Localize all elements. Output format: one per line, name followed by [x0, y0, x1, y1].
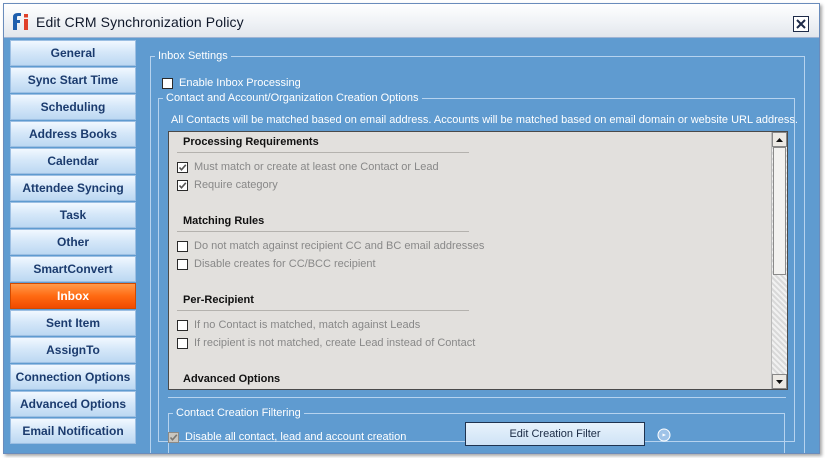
- close-icon: [796, 19, 806, 29]
- sidebar-nav: General Sync Start Time Scheduling Address …: [10, 40, 136, 445]
- checkmark-icon: [178, 163, 187, 171]
- sidebar-item-connection-options[interactable]: Connection Options: [10, 364, 136, 390]
- options-listbox[interactable]: Processing Requirements Must match or cre…: [168, 131, 788, 390]
- sidebar-item-inbox[interactable]: Inbox: [10, 283, 136, 309]
- option-label: Require category: [194, 179, 278, 191]
- separator-line: [168, 397, 786, 398]
- option-row[interactable]: If recipient is not matched, create Lead…: [177, 337, 475, 349]
- option-checkbox[interactable]: [177, 240, 188, 252]
- section-divider: [177, 152, 469, 153]
- option-checkbox[interactable]: [177, 337, 188, 349]
- enable-inbox-checkbox[interactable]: [162, 77, 173, 89]
- option-row[interactable]: Require category: [177, 179, 278, 191]
- close-button[interactable]: [793, 16, 809, 32]
- window-title: Edit CRM Synchronization Policy: [36, 14, 244, 30]
- app-logo-icon: [13, 13, 28, 30]
- inbox-settings-panel: Inbox Settings Enable Inbox Processing C…: [142, 40, 815, 453]
- arrow-up-icon: [776, 137, 783, 142]
- sidebar-item-sent-item[interactable]: Sent Item: [10, 310, 136, 336]
- section-divider: [177, 389, 469, 390]
- section-heading: Matching Rules: [183, 215, 265, 227]
- policy-window: Edit CRM Synchronization Policy General S…: [3, 3, 820, 454]
- sidebar-item-email-notification[interactable]: Email Notification: [10, 418, 136, 444]
- section-heading: Per-Recipient: [183, 294, 254, 306]
- listbox-scrollbar[interactable]: [771, 132, 787, 389]
- title-bar: Edit CRM Synchronization Policy: [4, 4, 819, 38]
- option-row[interactable]: Do not match against recipient CC and BC…: [177, 240, 484, 252]
- sidebar-item-other[interactable]: Other: [10, 229, 136, 255]
- section-heading: Advanced Options: [183, 373, 281, 385]
- option-checkbox[interactable]: [177, 161, 188, 173]
- option-checkbox[interactable]: [177, 179, 188, 191]
- option-label: If recipient is not matched, create Lead…: [194, 337, 476, 349]
- checkmark-icon: [169, 433, 178, 441]
- help-icon[interactable]: [657, 428, 671, 442]
- sidebar-item-attendee-syncing[interactable]: Attendee Syncing: [10, 175, 136, 201]
- option-row[interactable]: Must match or create at least one Contac…: [177, 161, 439, 173]
- disable-all-creation-checkbox[interactable]: [168, 431, 179, 443]
- enable-inbox-label: Enable Inbox Processing: [179, 77, 301, 89]
- option-label: Do not match against recipient CC and BC…: [194, 240, 485, 252]
- sidebar-item-address-books[interactable]: Address Books: [10, 121, 136, 147]
- disable-all-creation-label: Disable all contact, lead and account cr…: [185, 431, 407, 443]
- sidebar-item-smartconvert[interactable]: SmartConvert: [10, 256, 136, 282]
- option-checkbox[interactable]: [177, 258, 188, 270]
- checkmark-icon: [178, 181, 187, 189]
- sidebar-item-advanced-options[interactable]: Advanced Options: [10, 391, 136, 417]
- section-heading: Processing Requirements: [183, 136, 319, 148]
- contact-creation-filtering-legend: Contact Creation Filtering: [176, 407, 301, 419]
- disable-all-creation-row[interactable]: Disable all contact, lead and account cr…: [168, 431, 406, 443]
- scroll-thumb[interactable]: [773, 147, 786, 275]
- sidebar-item-sync-start-time[interactable]: Sync Start Time: [10, 67, 136, 93]
- sidebar-item-scheduling[interactable]: Scheduling: [10, 94, 136, 120]
- option-checkbox[interactable]: [177, 319, 188, 331]
- inbox-settings-legend: Inbox Settings: [158, 50, 228, 62]
- sidebar-item-assignto[interactable]: AssignTo: [10, 337, 136, 363]
- option-row[interactable]: If no Contact is matched, match against …: [177, 319, 420, 331]
- sidebar-item-calendar[interactable]: Calendar: [10, 148, 136, 174]
- sidebar-item-task[interactable]: Task: [10, 202, 136, 228]
- option-label: If no Contact is matched, match against …: [194, 319, 421, 331]
- option-row[interactable]: Disable creates for CC/BCC recipient: [177, 258, 376, 270]
- matching-description: All Contacts will be matched based on em…: [171, 114, 798, 126]
- scroll-down-button[interactable]: [772, 374, 787, 389]
- scroll-up-button[interactable]: [772, 132, 787, 147]
- edit-creation-filter-button[interactable]: Edit Creation Filter: [465, 422, 645, 446]
- option-label: Must match or create at least one Contac…: [194, 161, 439, 173]
- arrow-down-icon: [776, 379, 783, 384]
- enable-inbox-row[interactable]: Enable Inbox Processing: [162, 77, 301, 89]
- sidebar-item-general[interactable]: General: [10, 40, 136, 66]
- contact-creation-options-legend: Contact and Account/Organization Creatio…: [166, 92, 419, 104]
- section-divider: [177, 231, 469, 232]
- section-divider: [177, 310, 469, 311]
- option-label: Disable creates for CC/BCC recipient: [194, 258, 376, 270]
